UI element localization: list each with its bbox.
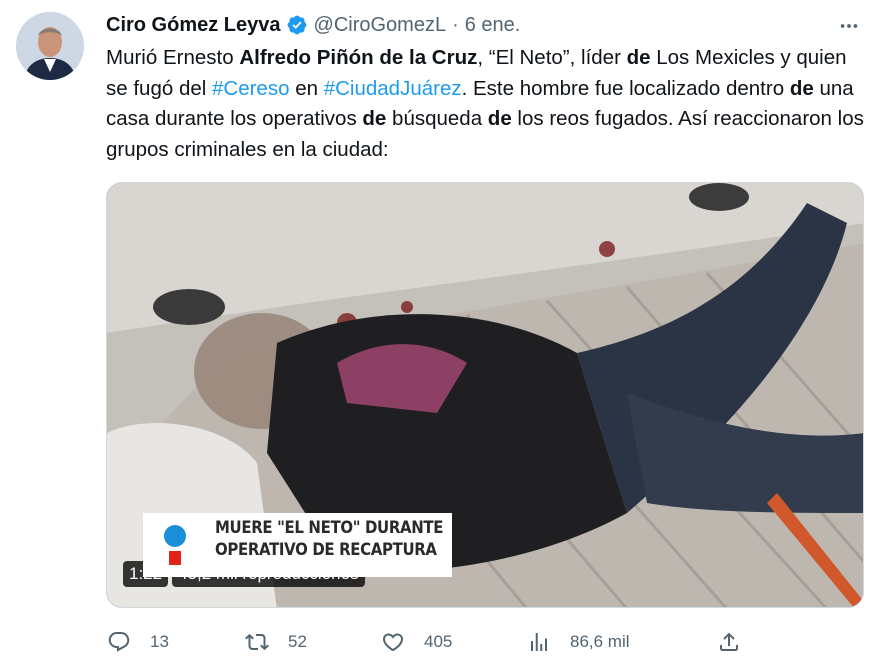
like-icon bbox=[380, 629, 406, 655]
share-button[interactable] bbox=[716, 626, 742, 658]
banner-text: MUERE "EL NETO" DURANTE OPERATIVO DE REC… bbox=[207, 513, 452, 577]
channel-logo bbox=[143, 513, 207, 577]
text-part: búsqueda bbox=[386, 107, 488, 130]
retweet-count: 52 bbox=[288, 632, 307, 651]
tweet-text: Murió Ernesto Alfredo Piñón de la Cruz, … bbox=[106, 43, 866, 165]
text-bold: de bbox=[362, 107, 387, 130]
like-button[interactable]: 405 bbox=[380, 626, 452, 658]
reply-icon bbox=[106, 629, 132, 655]
more-icon[interactable] bbox=[835, 12, 863, 40]
action-bar: 13 52 405 86,6 mil bbox=[106, 626, 746, 658]
banner-headline-1: MUERE "EL NETO" DURANTE bbox=[215, 518, 444, 538]
verified-badge-icon bbox=[286, 14, 308, 36]
text-part: . Este hombre fue localizado dentro bbox=[461, 76, 790, 100]
author-handle[interactable]: @CiroGomezL bbox=[314, 14, 447, 37]
tweet-date[interactable]: 6 ene. bbox=[465, 14, 521, 37]
share-icon bbox=[716, 629, 742, 655]
logo-bar bbox=[169, 551, 181, 565]
reply-button[interactable]: 13 bbox=[106, 626, 169, 658]
retweet-button[interactable]: 52 bbox=[244, 626, 307, 658]
text-part: , “El Neto”, líder bbox=[477, 46, 627, 69]
hashtag-link[interactable]: #CiudadJuárez bbox=[324, 77, 462, 100]
views-count: 86,6 mil bbox=[570, 632, 630, 651]
text-bold: de bbox=[789, 76, 814, 100]
avatar-image bbox=[16, 12, 84, 80]
text-part: en bbox=[289, 76, 324, 100]
text-part: Murió Ernesto bbox=[106, 46, 240, 69]
logo-dot bbox=[164, 525, 186, 547]
views-icon bbox=[526, 629, 552, 655]
avatar[interactable] bbox=[16, 12, 84, 80]
like-count: 405 bbox=[424, 632, 453, 651]
text-bold: Alfredo Piñón de la Cruz bbox=[239, 46, 478, 69]
banner-headline-2: OPERATIVO DE RECAPTURA bbox=[215, 540, 437, 560]
hashtag-link[interactable]: #Cereso bbox=[212, 77, 290, 100]
views-button[interactable]: 86,6 mil bbox=[526, 626, 630, 658]
tweet-header: Ciro Gómez Leyva @CiroGomezL · 6 ene. bbox=[106, 10, 520, 40]
text-bold: de bbox=[626, 46, 651, 69]
text-bold: de bbox=[487, 107, 512, 130]
news-banner: MUERE "EL NETO" DURANTE OPERATIVO DE REC… bbox=[143, 513, 452, 577]
header-separator: · bbox=[452, 13, 459, 36]
reply-count: 13 bbox=[150, 632, 169, 651]
retweet-icon bbox=[244, 629, 270, 655]
author-name[interactable]: Ciro Gómez Leyva bbox=[106, 14, 281, 37]
